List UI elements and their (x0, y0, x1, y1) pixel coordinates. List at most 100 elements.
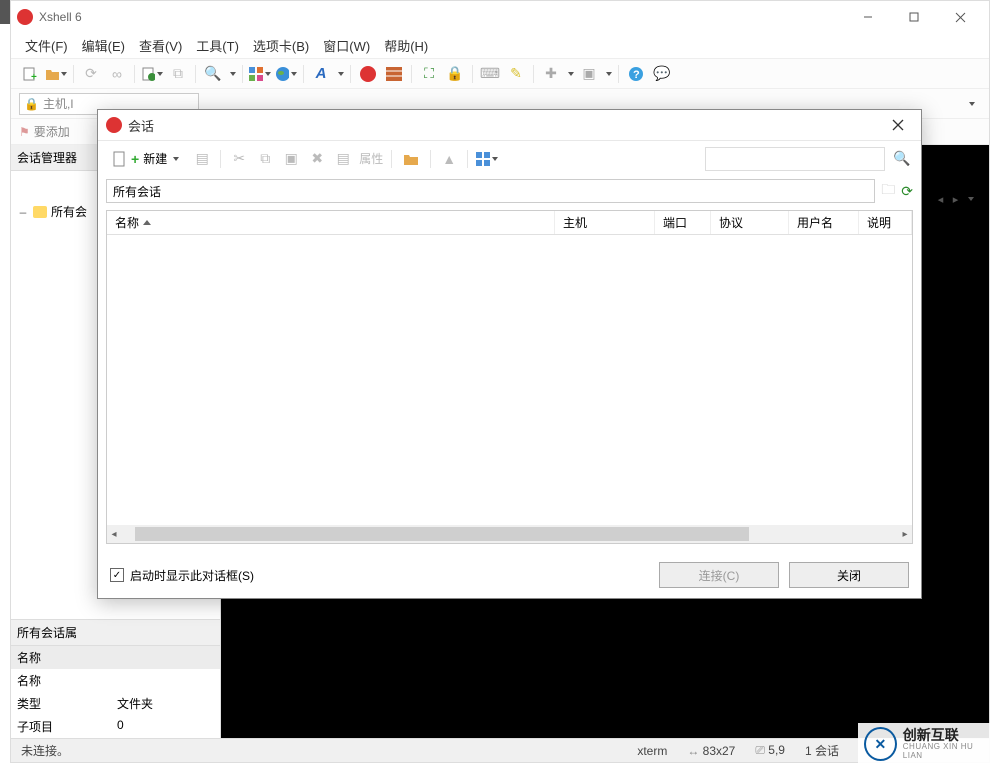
tab-next-icon[interactable]: ▸ (951, 194, 960, 204)
minimize-button[interactable] (845, 3, 891, 31)
scroll-right-icon[interactable]: ▸ (898, 529, 912, 540)
tab-prev-icon[interactable]: ◂ (936, 194, 945, 204)
props-section: 名称 (17, 649, 117, 666)
addressbar-dropdown-icon[interactable] (969, 102, 975, 106)
sort-asc-icon (143, 220, 151, 225)
close-dialog-button[interactable]: 关闭 (789, 562, 909, 588)
dialog-search-input[interactable] (705, 147, 885, 171)
dialog-app-icon (106, 117, 122, 133)
col-name[interactable]: 名称 (107, 211, 555, 234)
flag-icon: ⚑ (19, 125, 30, 139)
scroll-left-icon[interactable]: ◂ (107, 529, 121, 540)
cut-icon[interactable]: ✂ (229, 149, 249, 169)
watermark: ✕ 创新互联 CHUANG XIN HU LIAN (858, 723, 998, 765)
globe-icon[interactable] (275, 63, 297, 85)
toolbar: + ⟳ ∞ ⧉ 🔍 A ⛶ 🔒 ⌨ ✎ ✚ ▣ ? 💬 (11, 59, 989, 89)
startup-label: 启动时显示此对话框(S) (130, 567, 254, 584)
addon1-icon[interactable]: ✚ (540, 63, 562, 85)
new-session-button[interactable]: + 新建 (106, 147, 186, 171)
horizontal-scrollbar[interactable]: ◂ ▸ (107, 525, 912, 543)
copy-icon[interactable]: ⧉ (167, 63, 189, 85)
lock-icon[interactable]: 🔒 (444, 63, 466, 85)
save-icon[interactable]: ▤ (192, 149, 212, 169)
open-folder-icon[interactable] (45, 63, 67, 85)
new-session-icon[interactable]: + (19, 63, 41, 85)
col-desc[interactable]: 说明 (859, 211, 912, 234)
session-list: 名称 主机 端口 协议 用户名 说明 ◂ ▸ (106, 210, 913, 544)
dialog-close-button[interactable] (883, 113, 913, 137)
status-cursor: ⎚ 5,9 (755, 743, 785, 758)
tree-root-label: 所有会 (51, 203, 87, 220)
menu-help[interactable]: 帮助(H) (384, 36, 428, 55)
props-label: 属性 (359, 150, 383, 167)
paste-icon[interactable]: ▣ (281, 149, 301, 169)
new-folder-icon[interactable]: 🗀 (881, 179, 895, 203)
status-sessions: 1 会话 (805, 742, 839, 759)
tab-menu-icon[interactable] (968, 197, 974, 201)
list-header: 名称 主机 端口 协议 用户名 说明 (107, 211, 912, 235)
properties-icon[interactable] (141, 63, 163, 85)
chevron-down-icon (173, 157, 179, 161)
path-input[interactable] (106, 179, 875, 203)
startup-checkbox[interactable]: ✓ 启动时显示此对话框(S) (110, 567, 254, 584)
reconnect-icon[interactable]: ⟳ (80, 63, 102, 85)
prop-type-k: 类型 (17, 695, 117, 712)
menu-window[interactable]: 窗口(W) (323, 36, 370, 55)
dialog-titlebar: 会话 (98, 110, 921, 140)
prop-type-v: 文件夹 (117, 695, 153, 712)
dialog-footer: ✓ 启动时显示此对话框(S) 连接(C) 关闭 (98, 552, 921, 598)
col-user[interactable]: 用户名 (789, 211, 859, 234)
search-icon[interactable]: 🔍 (891, 148, 913, 170)
lock-icon: 🔒 (24, 97, 39, 111)
menu-file[interactable]: 文件(F) (25, 36, 68, 55)
menu-tools[interactable]: 工具(T) (196, 36, 239, 55)
watermark-en: CHUANG XIN HU LIAN (903, 743, 992, 761)
list-body[interactable] (107, 235, 912, 525)
plus-icon: + (131, 151, 139, 167)
new-label: 新建 (143, 150, 167, 167)
menubar: 文件(F) 编辑(E) 查看(V) 工具(T) 选项卡(B) 窗口(W) 帮助(… (11, 33, 989, 59)
connect-button[interactable]: 连接(C) (659, 562, 779, 588)
menu-edit[interactable]: 编辑(E) (82, 36, 125, 55)
expand-icon[interactable]: – (17, 205, 29, 219)
menu-tabs[interactable]: 选项卡(B) (253, 36, 309, 55)
xshell-icon[interactable] (357, 63, 379, 85)
prop-sub-v: 0 (117, 718, 124, 735)
up-folder-icon[interactable]: ▲ (439, 149, 459, 169)
watermark-cn: 创新互联 (903, 728, 992, 743)
properties-table: 名称 名称 类型文件夹 子项目0 (11, 646, 220, 738)
open-folder2-icon[interactable] (400, 148, 422, 170)
status-size: ↔ 83x27 (687, 744, 735, 758)
view-mode-icon[interactable] (476, 148, 498, 170)
col-proto[interactable]: 协议 (711, 211, 789, 234)
copy-icon[interactable]: ⧉ (255, 149, 275, 169)
chat-icon[interactable]: 💬 (651, 63, 673, 85)
addon2-icon[interactable]: ▣ (578, 63, 600, 85)
addtab-hint: 要添加 (34, 123, 70, 140)
folder-icon (33, 206, 47, 218)
panes-icon[interactable] (249, 63, 271, 85)
properties-header: 所有会话属 (11, 619, 220, 646)
col-host[interactable]: 主机 (555, 211, 655, 234)
fullscreen-icon[interactable]: ⛶ (418, 63, 440, 85)
find-icon[interactable]: 🔍 (202, 63, 224, 85)
close-button[interactable] (937, 3, 983, 31)
props-icon[interactable]: ▤ (333, 149, 353, 169)
link-icon[interactable]: ∞ (106, 63, 128, 85)
scroll-thumb[interactable] (135, 527, 749, 541)
wall-icon[interactable] (383, 63, 405, 85)
prop-name-k: 名称 (17, 672, 117, 689)
maximize-button[interactable] (891, 3, 937, 31)
keyboard-icon[interactable]: ⌨ (479, 63, 501, 85)
help-icon[interactable]: ? (625, 63, 647, 85)
refresh-icon[interactable]: ⟳ (901, 183, 913, 200)
dialog-title: 会话 (128, 116, 154, 135)
highlight-icon[interactable]: ✎ (505, 63, 527, 85)
app-title: Xshell 6 (39, 10, 82, 24)
menu-view[interactable]: 查看(V) (139, 36, 182, 55)
font-icon[interactable]: A (310, 63, 332, 85)
col-port[interactable]: 端口 (655, 211, 711, 234)
delete-icon[interactable]: ✖ (307, 149, 327, 169)
dialog-toolbar: + 新建 ▤ ✂ ⧉ ▣ ✖ ▤ 属性 ▲ 🔍 (98, 140, 921, 176)
titlebar: Xshell 6 (11, 1, 989, 33)
